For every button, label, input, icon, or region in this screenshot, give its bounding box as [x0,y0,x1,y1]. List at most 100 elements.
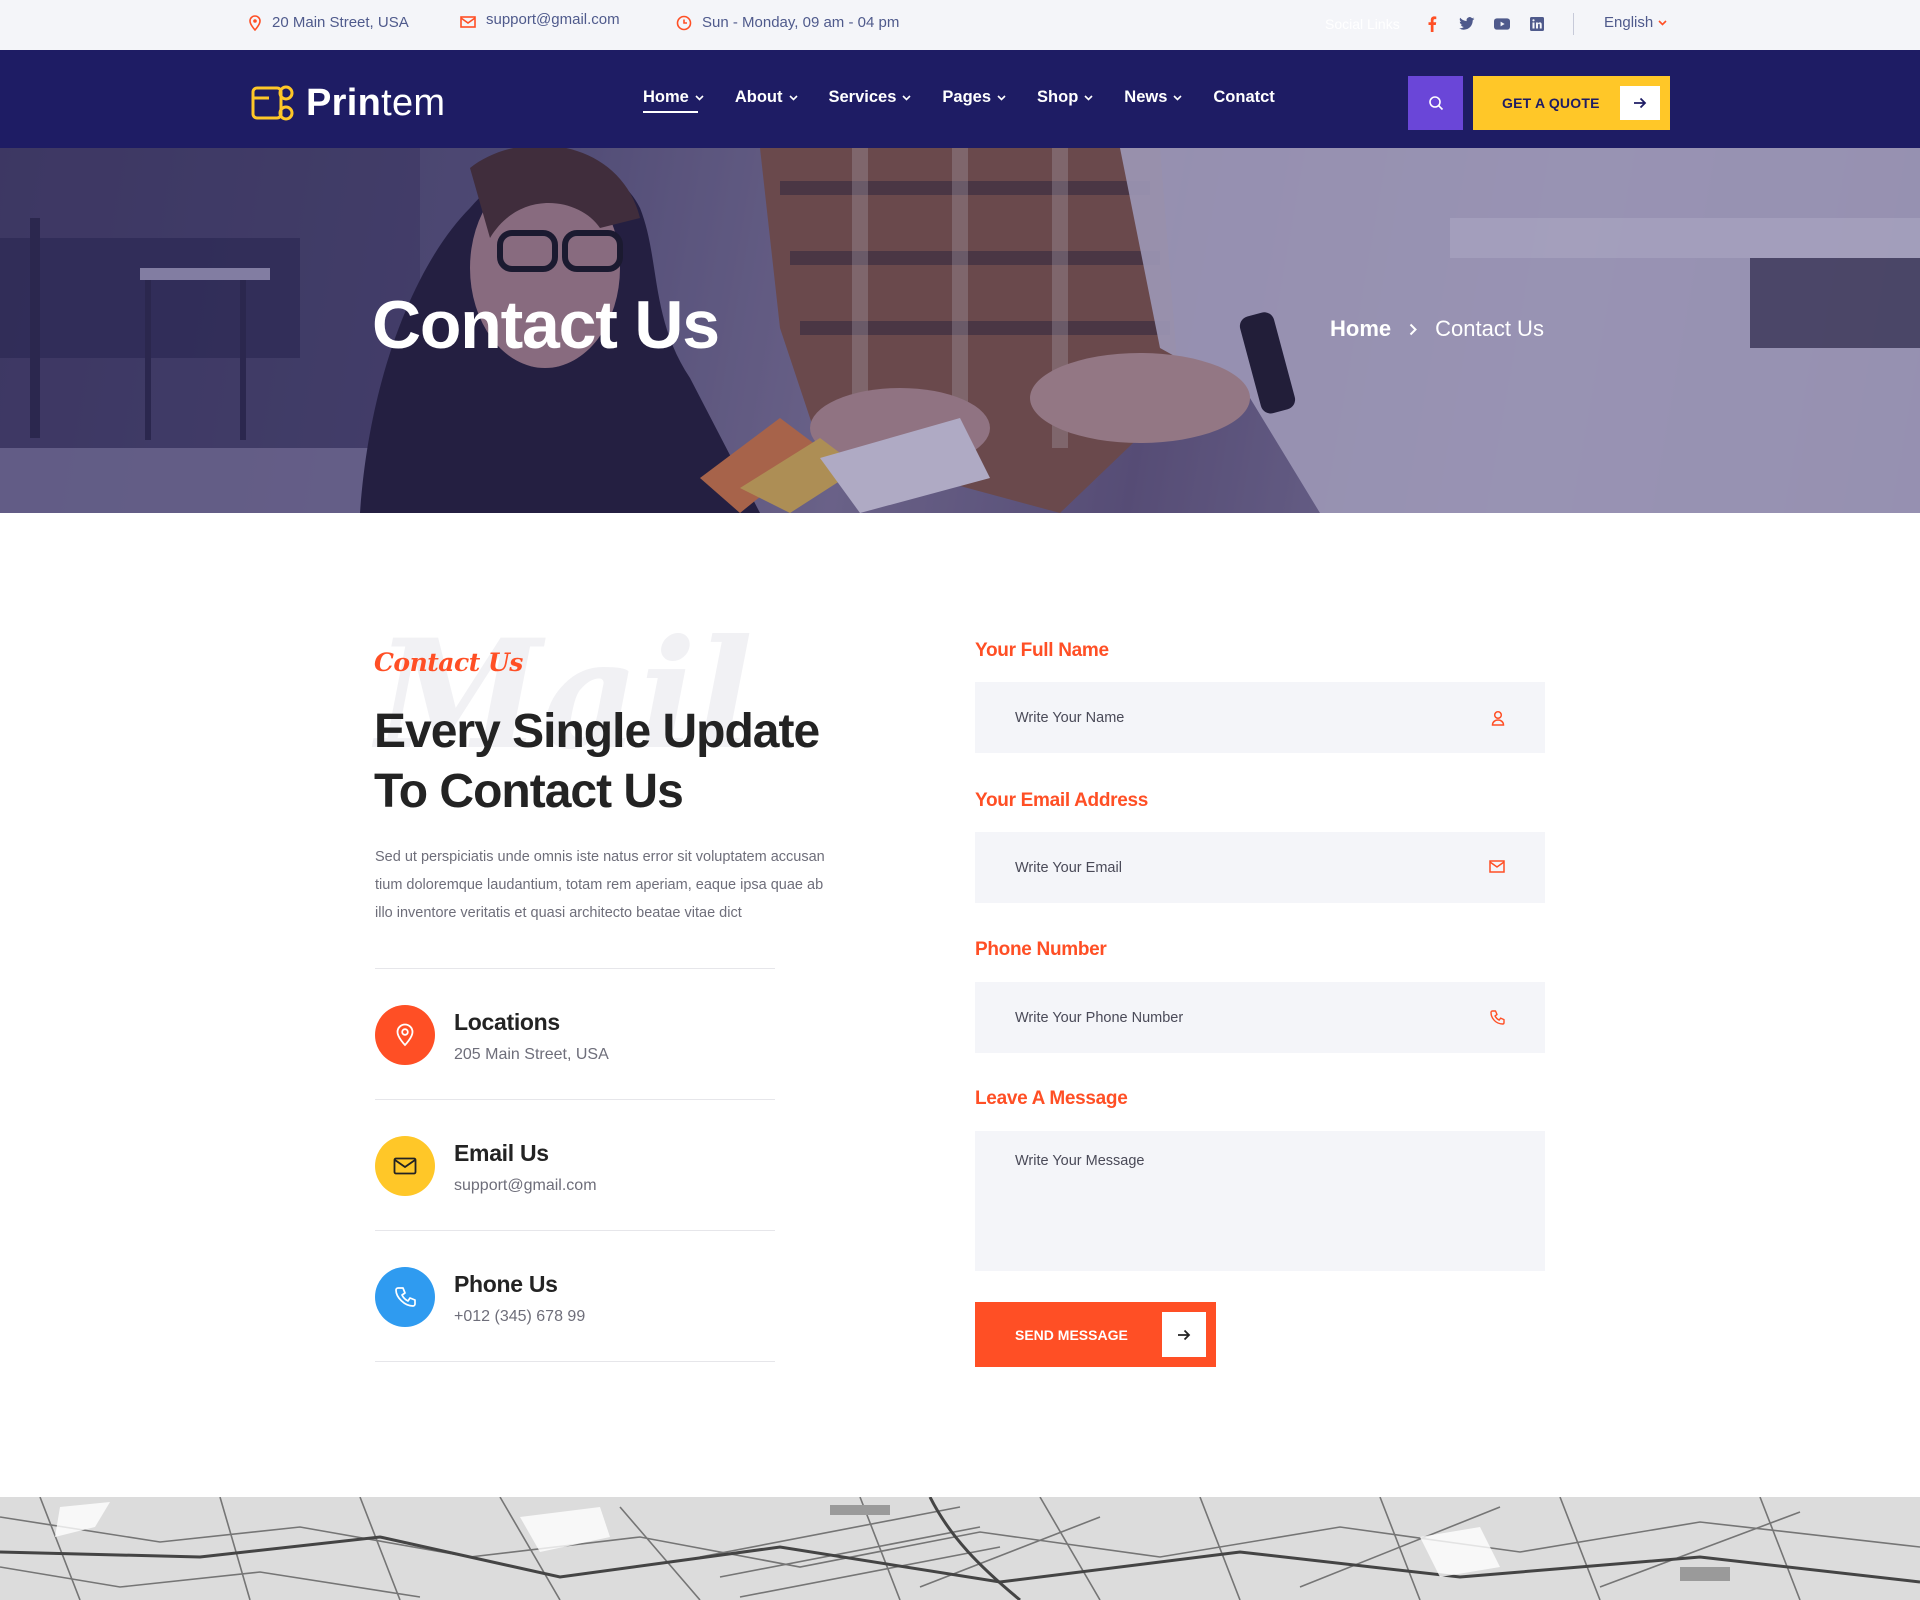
arrow-right-icon [1620,86,1660,120]
name-field [975,682,1545,753]
social-links [1424,16,1545,32]
nav-about-label[interactable]: About [735,88,783,107]
main-header: Printem Home About Services Pages Shop N… [0,50,1920,148]
section-description: Sed ut perspiciatis unde omnis iste natu… [375,849,825,921]
contact-item-title: Email Us [454,1140,549,1166]
social-links-label: Social Links [1325,16,1400,32]
topbar-address-text: 20 Main Street, USA [272,14,409,31]
user-icon [1491,710,1505,726]
nav-shop-label[interactable]: Shop [1037,88,1078,107]
contact-item-location: Locations 205 Main Street, USA [375,1005,609,1065]
arrow-right-icon [1162,1312,1206,1357]
email-field-label: Your Email Address [975,790,1149,811]
contact-item-title: Phone Us [454,1271,558,1297]
contact-item-value[interactable]: support@gmail.com [454,1177,597,1195]
message-field [975,1131,1545,1271]
topbar-email-text[interactable]: support@gmail.com [486,11,620,28]
twitter-icon[interactable] [1459,16,1475,32]
topbar-address: 20 Main Street, USA [248,14,409,31]
chevron-down-icon [997,94,1006,101]
nav-shop[interactable]: Shop [1037,88,1093,107]
phone-icon [1489,1010,1505,1026]
chevron-down-icon [695,94,704,101]
search-icon [1428,95,1444,111]
site-logo[interactable]: Printem [250,82,445,124]
envelope-icon [460,14,476,28]
nav-contact[interactable]: Conatct [1213,88,1274,107]
envelope-icon [375,1136,435,1196]
topbar-hours: Sun - Monday, 09 am - 04 pm [676,14,899,31]
phone-input[interactable] [1015,982,1455,1053]
name-field-label: Your Full Name [975,640,1109,661]
clock-icon [676,15,692,31]
page-hero-banner: Contact Us Home Contact Us [0,148,1920,513]
chevron-down-icon [1658,19,1667,26]
top-info-bar: 20 Main Street, USA support@gmail.com Su… [0,0,1920,50]
map-roads-graphic [0,1497,1920,1600]
section-subtitle: Contact Us [374,648,523,677]
divider [375,1099,775,1100]
contact-item-value[interactable]: +012 (345) 678 99 [454,1308,585,1326]
location-pin-icon [248,14,262,31]
nav-home[interactable]: Home [643,88,704,113]
logo-text-light: tem [381,82,446,124]
divider [375,1361,775,1362]
send-message-label[interactable]: SEND MESSAGE [1015,1327,1128,1343]
name-input[interactable] [1015,682,1455,753]
breadcrumb-home-link[interactable]: Home [1330,316,1391,342]
section-title: Every Single Update To Contact Us [374,702,894,822]
email-input[interactable] [1015,832,1455,903]
nav-pages-label[interactable]: Pages [942,88,991,107]
nav-contact-label[interactable]: Conatct [1213,88,1274,107]
linkedin-icon[interactable] [1529,16,1545,32]
nav-services[interactable]: Services [829,88,912,107]
message-textarea[interactable] [1015,1153,1455,1253]
breadcrumb-current: Contact Us [1435,316,1544,341]
divider [375,1230,775,1231]
topbar-divider [1573,13,1574,35]
main-nav: Home About Services Pages Shop News Cona… [643,88,1275,113]
chevron-down-icon [788,94,798,101]
chevron-down-icon [1084,94,1093,101]
logo-text: Printem [306,84,445,122]
nav-pages[interactable]: Pages [942,88,1006,107]
location-pin-icon [375,1005,435,1065]
hero-background-photo [0,148,1920,513]
topbar-hours-text: Sun - Monday, 09 am - 04 pm [702,14,900,31]
phone-field-label: Phone Number [975,939,1107,960]
section-title-line-1: Every Single Update [374,705,820,758]
get-a-quote-label[interactable]: GET A QUOTE [1502,95,1600,111]
email-field [975,832,1545,903]
nav-news[interactable]: News [1124,88,1182,107]
chevron-down-icon [902,94,911,101]
phone-icon [375,1267,435,1327]
section-title-line-2: To Contact Us [374,765,684,818]
language-label[interactable]: English [1604,14,1653,31]
contact-item-phone: Phone Us +012 (345) 678 99 [375,1267,585,1327]
nav-about[interactable]: About [735,88,798,107]
nav-home-label[interactable]: Home [643,88,689,107]
chevron-right-icon [1409,323,1418,336]
nav-news-label[interactable]: News [1124,88,1167,107]
message-field-label: Leave A Message [975,1088,1128,1109]
divider [375,968,775,969]
contact-item-value: 205 Main Street, USA [454,1046,609,1063]
page-title: Contact Us [372,287,720,363]
envelope-icon [1489,860,1505,873]
breadcrumb: Home Contact Us [1330,316,1544,342]
nav-services-label[interactable]: Services [829,88,897,107]
contact-item-title: Locations [454,1009,560,1035]
contact-item-email: Email Us support@gmail.com [375,1136,597,1196]
send-message-button[interactable]: SEND MESSAGE [975,1302,1216,1367]
get-a-quote-button[interactable]: GET A QUOTE [1473,76,1670,130]
language-selector[interactable]: English [1604,14,1667,31]
printer-roll-logo-icon [250,82,295,124]
search-button[interactable] [1408,76,1463,130]
facebook-icon[interactable] [1424,16,1440,32]
location-map[interactable] [0,1497,1920,1600]
youtube-icon[interactable] [1494,16,1510,32]
topbar-email[interactable]: support@gmail.com [460,11,620,28]
logo-text-bold: Prin [306,82,382,124]
phone-field [975,982,1545,1053]
chevron-down-icon [1173,94,1182,101]
